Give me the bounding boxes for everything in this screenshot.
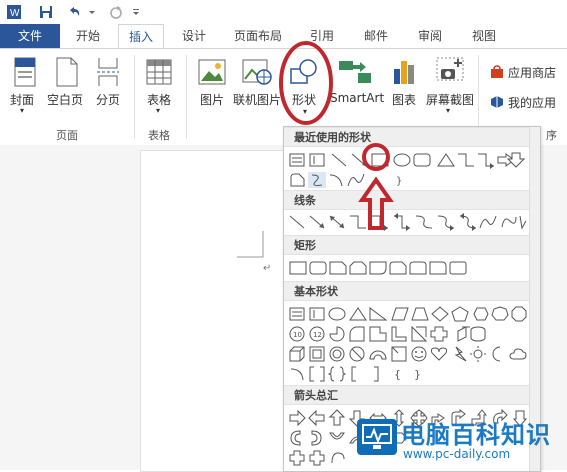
section-lines: 线条 xyxy=(284,190,530,210)
svg-text:W: W xyxy=(10,8,20,19)
blank-page-icon xyxy=(56,57,78,87)
tab-layout[interactable]: 页面布局 xyxy=(226,24,290,48)
group-apps-label: 序 xyxy=(546,129,557,142)
screenshot-dropdown-icon[interactable]: ▾ xyxy=(446,106,450,115)
tab-review[interactable]: 审阅 xyxy=(408,24,452,48)
screenshot-icon xyxy=(436,57,464,81)
paragraph-mark: ↵ xyxy=(263,263,272,274)
page-break-icon xyxy=(97,58,119,86)
group-tables-label: 表格 xyxy=(148,129,170,142)
rectangles-row[interactable] xyxy=(288,259,488,277)
customize-qa-icon[interactable] xyxy=(132,4,140,20)
my-apps-button[interactable]: 我的应用 xyxy=(508,94,556,111)
table-dropdown-icon[interactable]: ▾ xyxy=(156,106,160,115)
basic-shapes-grid[interactable]: 10 12 {} xyxy=(288,305,528,383)
my-apps-icon xyxy=(491,96,503,108)
store-icon xyxy=(491,65,503,78)
tab-view[interactable]: 视图 xyxy=(462,24,506,48)
ribbon-tabs: 文件 开始 插入 设计 页面布局 引用 邮件 审阅 视图 xyxy=(0,24,567,50)
svg-text:10: 10 xyxy=(293,331,302,339)
picture-icon xyxy=(198,59,226,85)
watermark-url: www.pc-daily.com xyxy=(403,447,511,461)
blank-page-button[interactable]: 空白页 xyxy=(47,91,83,108)
save-icon[interactable] xyxy=(38,4,54,20)
undo-dropdown-icon[interactable] xyxy=(88,4,96,20)
tab-file[interactable]: 文件 xyxy=(0,24,60,48)
page-break-button[interactable]: 分页 xyxy=(96,91,120,108)
tab-insert[interactable]: 插入 xyxy=(118,24,164,50)
svg-text:{: { xyxy=(394,368,401,381)
tab-mailings[interactable]: 邮件 xyxy=(354,24,398,48)
cover-page-icon xyxy=(14,57,36,87)
ribbon-separator xyxy=(186,55,187,139)
ribbon-separator xyxy=(134,55,135,139)
shapes-button[interactable]: 形状 xyxy=(292,91,316,108)
section-recent-shapes: 最近使用的形状 xyxy=(284,127,530,147)
svg-text:12: 12 xyxy=(313,331,322,339)
margin-corner-marker xyxy=(237,231,264,258)
redo-icon[interactable] xyxy=(108,4,124,20)
svg-text:}: } xyxy=(396,176,402,187)
chart-button[interactable]: 图表 xyxy=(392,91,416,108)
table-icon xyxy=(146,59,172,85)
recent-shapes-row-1[interactable] xyxy=(288,151,528,169)
undo-icon[interactable] xyxy=(66,4,82,20)
tab-home[interactable]: 开始 xyxy=(68,24,108,48)
lines-row[interactable] xyxy=(288,213,528,231)
group-pages-label: 页面 xyxy=(56,129,78,142)
title-bar: W xyxy=(0,0,567,24)
online-picture-button[interactable]: 联机图片 xyxy=(233,91,281,108)
chart-icon xyxy=(394,61,414,84)
smartart-icon xyxy=(339,61,371,83)
watermark-title: 电脑百科知识 xyxy=(401,421,551,449)
recent-shapes-row-2[interactable]: } xyxy=(288,171,418,189)
tab-references[interactable]: 引用 xyxy=(300,24,344,48)
section-arrows: 箭头总汇 xyxy=(284,385,530,405)
watermark-logo-icon xyxy=(357,419,397,455)
cover-dropdown-icon[interactable]: ▾ xyxy=(20,106,24,115)
shapes-dropdown-icon[interactable]: ▾ xyxy=(303,107,307,116)
picture-button[interactable]: 图片 xyxy=(200,91,224,108)
word-app-icon: W xyxy=(7,5,21,19)
online-picture-icon xyxy=(242,59,272,85)
tab-design[interactable]: 设计 xyxy=(172,24,216,48)
shapes-icon xyxy=(290,59,317,84)
section-basic-shapes: 基本形状 xyxy=(284,281,530,301)
watermark: 电脑百科知识 www.pc-daily.com xyxy=(353,413,567,470)
section-rectangles: 矩形 xyxy=(284,235,530,255)
svg-text:}: } xyxy=(414,368,421,381)
smartart-button[interactable]: SmartArt xyxy=(330,91,384,105)
app-store-button[interactable]: 应用商店 xyxy=(508,64,556,81)
